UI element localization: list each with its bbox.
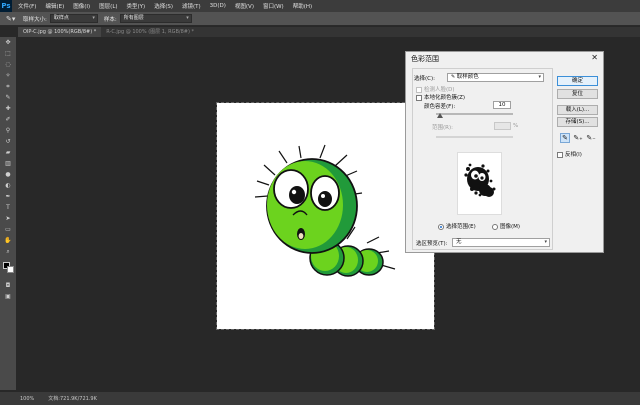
- document-size: 文档:721.9K/721.9K: [48, 396, 97, 402]
- checkbox-box: [416, 86, 422, 93]
- checkbox-box: [557, 151, 563, 158]
- caterpillar-image: [254, 144, 396, 277]
- menu-3d[interactable]: 3D(D): [210, 3, 226, 9]
- chevron-down-icon: ▾: [544, 239, 547, 245]
- selection-preview-select[interactable]: 无 ▾: [452, 238, 550, 247]
- path-select-icon[interactable]: ➤: [0, 213, 16, 224]
- selection-mask-preview: [464, 163, 496, 197]
- load-button[interactable]: 载入(L)...: [557, 105, 598, 115]
- stamp-icon[interactable]: ⚲: [0, 125, 16, 136]
- eyedropper-plus-icon[interactable]: ✎+: [573, 133, 583, 143]
- localized-clusters-label: 本地化颜色簇(Z): [424, 95, 466, 101]
- quick-mask-icon[interactable]: ◘: [0, 280, 16, 291]
- menu-layer[interactable]: 图层(L): [99, 2, 117, 10]
- blur-icon[interactable]: ●: [0, 169, 16, 180]
- menu-select[interactable]: 选择(S): [154, 2, 173, 10]
- save-button[interactable]: 存储(S)...: [557, 117, 598, 127]
- eyedropper-icon[interactable]: ✎▾: [6, 15, 20, 23]
- sample-select[interactable]: 所有图层: [119, 14, 192, 23]
- pen-icon[interactable]: ✒: [0, 191, 16, 202]
- fuzziness-slider[interactable]: [436, 113, 513, 115]
- radio-image-label: 图像(M): [500, 224, 521, 230]
- quick-select-icon[interactable]: ✧: [0, 70, 16, 81]
- ok-button[interactable]: 确定: [557, 76, 598, 86]
- radio-selection-label: 选择范围(E): [446, 224, 476, 230]
- menu-filter[interactable]: 滤镜(T): [182, 2, 201, 10]
- eyedropper-icon[interactable]: ✎: [560, 133, 570, 143]
- menu-bar: Ps 文件(F) 编辑(E) 图像(I) 图层(L) 类型(Y) 选择(S) 滤…: [0, 0, 640, 12]
- marquee-icon[interactable]: ⬚: [0, 48, 16, 59]
- invert-checkbox[interactable]: 反相(I): [557, 150, 582, 158]
- close-icon[interactable]: ✕: [591, 53, 598, 62]
- fuzziness-slider-thumb[interactable]: [437, 113, 443, 118]
- zoom-level[interactable]: 100%: [20, 396, 34, 402]
- status-bar: 100% 文档:721.9K/721.9K: [0, 392, 640, 405]
- tools-panel: ✥ ⬚ ◌ ✧ ⌗ ✎ ✚ ✐ ⚲ ↺ ▰ ▥ ● ◐ ✒ T ➤ ▭ ✋ ⌕ …: [0, 37, 16, 390]
- sample-size-label: 取样大小:: [23, 16, 47, 23]
- eraser-icon[interactable]: ▰: [0, 147, 16, 158]
- eyedropper-icon[interactable]: ✎: [0, 92, 16, 103]
- range-slider: [436, 136, 513, 138]
- range-unit: %: [513, 123, 519, 129]
- radio-image[interactable]: 图像(M): [492, 222, 520, 230]
- crop-icon[interactable]: ⌗: [0, 81, 16, 92]
- fuzziness-field[interactable]: 10: [493, 101, 511, 109]
- gradient-icon[interactable]: ▥: [0, 158, 16, 169]
- menu-help[interactable]: 帮助(H): [293, 2, 312, 10]
- history-brush-icon[interactable]: ↺: [0, 136, 16, 147]
- brush-icon[interactable]: ✐: [0, 114, 16, 125]
- detect-faces-checkbox[interactable]: 检测人脸(D): [416, 85, 455, 93]
- photoshop-logo: Ps: [0, 0, 12, 12]
- menu-view[interactable]: 视图(V): [235, 2, 254, 10]
- dialog-title: 色彩范围: [411, 55, 439, 63]
- select-value: 取样颜色: [456, 74, 479, 80]
- tab-oip-c[interactable]: OIP-C.jpg @ 100%(RGB/8#) *: [18, 27, 102, 37]
- screen-mode-icon[interactable]: ▣: [0, 291, 16, 302]
- menu-type[interactable]: 类型(Y): [127, 2, 146, 10]
- radio-dot: [438, 223, 444, 230]
- document-tabs: OIP-C.jpg @ 100%(RGB/8#) * R-C.jpg @ 100…: [18, 27, 640, 37]
- healing-icon[interactable]: ✚: [0, 103, 16, 114]
- menu-file[interactable]: 文件(F): [18, 2, 36, 10]
- chevron-down-icon: ▾: [538, 74, 541, 80]
- type-icon[interactable]: T: [0, 202, 16, 213]
- localized-clusters-checkbox[interactable]: 本地化颜色簇(Z): [416, 93, 465, 101]
- sample-label: 样本:: [103, 16, 117, 23]
- menu-image[interactable]: 图像(I): [73, 2, 90, 10]
- select-label: 选择(C):: [414, 76, 435, 82]
- menu-window[interactable]: 窗口(W): [263, 2, 284, 10]
- eyedropper-minus-icon[interactable]: ✎−: [586, 133, 596, 143]
- selection-preview-label: 选区预览(T):: [416, 241, 448, 247]
- range-label: 范围(R):: [432, 125, 453, 131]
- tab-r-c[interactable]: R-C.jpg @ 100% (图层 1, RGB/8#) *: [101, 27, 199, 37]
- range-field[interactable]: [494, 122, 511, 130]
- dodge-icon[interactable]: ◐: [0, 180, 16, 191]
- invert-label: 反相(I): [565, 152, 582, 158]
- shape-icon[interactable]: ▭: [0, 224, 16, 235]
- hand-icon[interactable]: ✋: [0, 235, 16, 246]
- selection-preview-value: 无: [456, 239, 462, 245]
- zoom-icon[interactable]: ⌕: [0, 246, 16, 257]
- move-icon[interactable]: ✥: [0, 37, 16, 48]
- radio-selection[interactable]: 选择范围(E): [438, 222, 476, 230]
- menu-edit[interactable]: 编辑(E): [45, 2, 64, 10]
- document-canvas[interactable]: [216, 102, 435, 330]
- foreground-background-swatch[interactable]: [0, 260, 16, 276]
- checkbox-box: [416, 94, 422, 101]
- select-combo[interactable]: ✎ 取样颜色 ▾: [447, 73, 544, 82]
- sample-size-select[interactable]: 取样点: [49, 14, 98, 23]
- radio-dot: [492, 223, 498, 230]
- lasso-icon[interactable]: ◌: [0, 59, 16, 70]
- selection-preview[interactable]: [457, 152, 502, 215]
- options-bar: ✎▾ 取样大小: 取样点 样本: 所有图层: [0, 12, 640, 26]
- fuzziness-label: 颜色容差(F):: [424, 104, 456, 110]
- reset-button[interactable]: 复位: [557, 89, 598, 99]
